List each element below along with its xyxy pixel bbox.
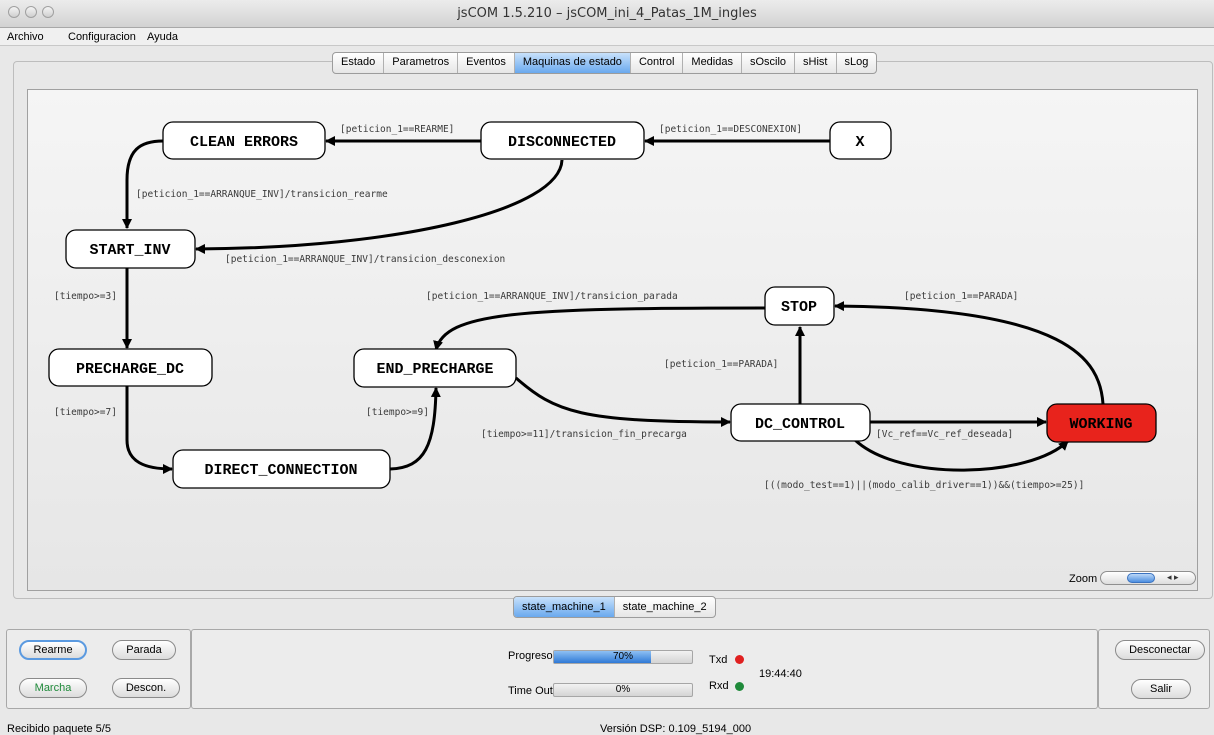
status-message: Recibido paquete 5/5 bbox=[7, 723, 111, 735]
progreso-label: Progreso bbox=[508, 650, 553, 662]
state-dc-control-label: DC_CONTROL bbox=[755, 416, 845, 433]
edge-dc-control-to-working-test bbox=[853, 438, 1070, 472]
label-dc-to-working: [Vc_ref==Vc_ref_deseada] bbox=[876, 429, 1013, 440]
rxd-indicator-icon bbox=[735, 682, 744, 691]
marcha-button[interactable]: Marcha bbox=[19, 678, 87, 698]
state-start-inv-label: START_INV bbox=[89, 242, 170, 259]
status-panel: Progreso 70% Time Out 0% Txd Rxd 19:44:4… bbox=[191, 629, 1098, 709]
edge-direct-connection-to-end-precharge bbox=[389, 387, 441, 471]
state-clean-errors-label: CLEAN ERRORS bbox=[190, 134, 298, 151]
state-disconnected-label: DISCONNECTED bbox=[508, 134, 616, 151]
state-precharge-dc-label: PRECHARGE_DC bbox=[76, 361, 184, 378]
state-end-precharge-label: END_PRECHARGE bbox=[376, 361, 493, 378]
txd-label: Txd bbox=[709, 654, 728, 666]
timeout-bar: 0% bbox=[553, 683, 693, 697]
label-end-to-dc: [tiempo>=11]/transicion_fin_precarga bbox=[481, 429, 687, 440]
descon-button[interactable]: Descon. bbox=[112, 678, 180, 698]
label-working-to-stop: [peticion_1==PARADA] bbox=[904, 291, 1018, 302]
parada-button[interactable]: Parada bbox=[112, 640, 176, 660]
desconectar-button[interactable]: Desconectar bbox=[1115, 640, 1205, 660]
progreso-percent: 70% bbox=[612, 651, 633, 662]
edge-end-precharge-to-dc-control bbox=[515, 376, 731, 427]
label-precharge-to-direct: [tiempo>=7] bbox=[54, 407, 117, 418]
txd-indicator-icon bbox=[735, 655, 744, 664]
rearme-button[interactable]: Rearme bbox=[19, 640, 87, 660]
tab-state-machine-1[interactable]: state_machine_1 bbox=[514, 597, 615, 617]
dsp-version: Versión DSP: 0.109_5194_000 bbox=[600, 723, 752, 735]
state-direct-connection-label: DIRECT_CONNECTION bbox=[204, 462, 357, 479]
zoom-slider-thumb[interactable] bbox=[1127, 573, 1155, 583]
status-bar: Recibido paquete 5/5 Versión DSP: 0.109_… bbox=[0, 716, 1214, 735]
label-start-to-precharge: [tiempo>=3] bbox=[54, 291, 117, 302]
zoom-arrows-icon[interactable]: ◂ ▸ bbox=[1167, 572, 1179, 583]
control-buttons-panel: Rearme Parada Marcha Descon. bbox=[6, 629, 191, 709]
label-clean-to-start: [peticion_1==ARRANQUE_INV]/transicion_re… bbox=[136, 189, 388, 200]
edge-clean-errors-to-start-inv bbox=[122, 139, 164, 229]
edge-stop-to-end-precharge bbox=[433, 306, 766, 351]
state-stop-label: STOP bbox=[781, 299, 817, 316]
label-dc-to-working-test: [((modo_test==1)||(modo_calib_driver==1)… bbox=[764, 480, 1084, 491]
timeout-percent: 0% bbox=[615, 684, 631, 695]
state-machine-tabbar: state_machine_1 state_machine_2 bbox=[513, 596, 716, 618]
clock-time: 19:44:40 bbox=[759, 668, 802, 680]
progreso-bar: 70% bbox=[553, 650, 693, 664]
label-disconnected-to-start: [peticion_1==ARRANQUE_INV]/transicion_de… bbox=[225, 254, 505, 265]
salir-button[interactable]: Salir bbox=[1131, 679, 1191, 699]
label-stop-to-end: [peticion_1==ARRANQUE_INV]/transicion_pa… bbox=[426, 291, 678, 302]
label-disconnected-to-clean: [peticion_1==REARME] bbox=[340, 124, 454, 135]
label-direct-to-end: [tiempo>=9] bbox=[366, 407, 429, 418]
tab-state-machine-2[interactable]: state_machine_2 bbox=[615, 597, 715, 617]
zoom-label: Zoom bbox=[1069, 573, 1098, 585]
state-x-label: X bbox=[855, 134, 864, 151]
edge-disconnected-to-start-inv bbox=[195, 159, 564, 254]
label-x-to-disconnected: [peticion_1==DESCONEXION] bbox=[659, 124, 802, 135]
label-dc-to-stop: [peticion_1==PARADA] bbox=[664, 359, 778, 370]
rxd-label: Rxd bbox=[709, 680, 729, 692]
state-machine-diagram: [peticion_1==DESCONEXION] [peticion_1==R… bbox=[48, 121, 1157, 491]
state-working-label: WORKING bbox=[1069, 416, 1132, 433]
zoom-slider[interactable]: ◂ ▸ bbox=[1100, 571, 1196, 585]
edge-working-to-stop bbox=[834, 301, 1105, 405]
edge-precharge-to-direct-connection bbox=[125, 386, 173, 474]
connection-panel: Desconectar Salir bbox=[1098, 629, 1210, 709]
timeout-label: Time Out bbox=[508, 685, 553, 697]
